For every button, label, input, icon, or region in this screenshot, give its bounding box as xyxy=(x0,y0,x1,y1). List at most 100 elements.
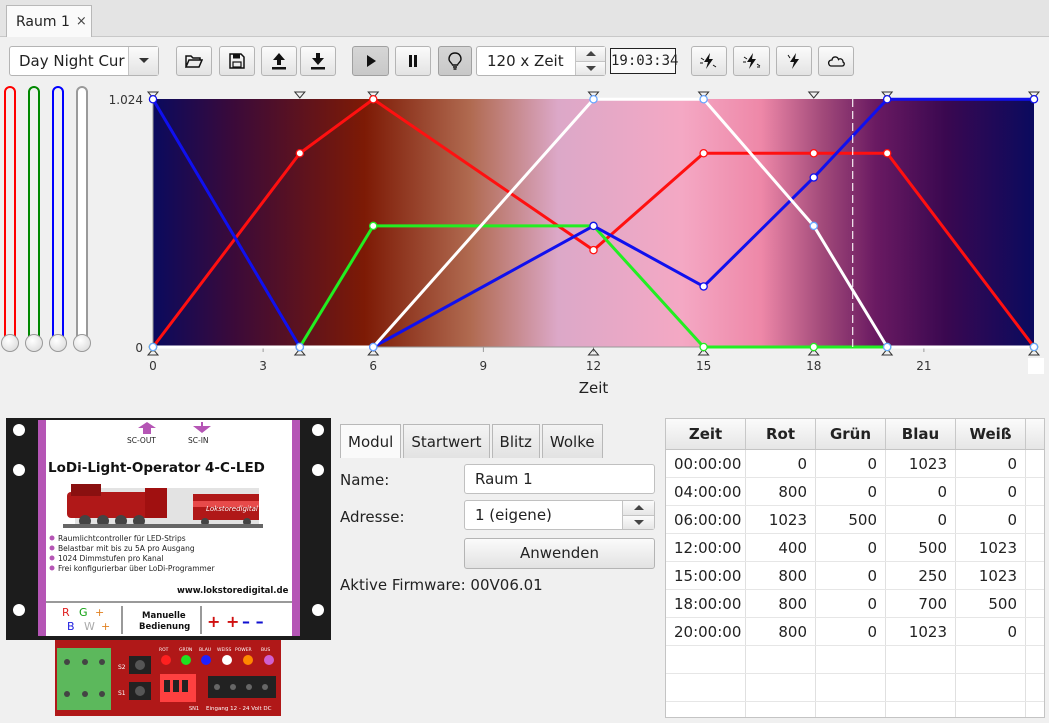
save-button[interactable] xyxy=(219,46,255,76)
red-slider[interactable] xyxy=(0,86,20,354)
cell-zeit: 18:00:00 xyxy=(666,590,746,617)
pause-button[interactable] xyxy=(395,46,431,76)
data-point-red[interactable] xyxy=(368,94,378,104)
header-blau[interactable]: Blau xyxy=(886,419,956,449)
flash-button-1[interactable] xyxy=(691,46,727,76)
decrement-icon[interactable] xyxy=(576,60,605,75)
x-axis-label: Zeit xyxy=(579,379,609,397)
light-curve-chart[interactable]: 0 3 6 9 12 15 18 21 0 1.024 Zeit xyxy=(108,86,1049,406)
close-icon[interactable]: × xyxy=(76,14,87,29)
upload-button[interactable] xyxy=(261,46,297,76)
data-point-green[interactable] xyxy=(699,342,708,352)
table-row[interactable]: 12:00:00 400 0 500 1023 xyxy=(666,534,1044,562)
cell-gruen: 0 xyxy=(816,478,886,505)
table-row-empty[interactable] xyxy=(666,646,1044,674)
tab-blitz[interactable]: Blitz xyxy=(491,424,540,458)
data-point-white[interactable] xyxy=(148,342,158,352)
slider-knob[interactable] xyxy=(25,334,43,352)
legend-g: G xyxy=(79,606,88,619)
data-point-blue[interactable] xyxy=(1029,94,1039,104)
blue-slider[interactable] xyxy=(48,86,68,354)
download-button[interactable] xyxy=(300,46,336,76)
data-point-blue[interactable] xyxy=(809,173,819,182)
keyframe-marker-top[interactable] xyxy=(293,91,306,99)
apply-button[interactable]: Anwenden xyxy=(464,538,655,569)
address-spinner[interactable]: 1 (eigene) xyxy=(464,500,655,530)
tab-label: Raum 1 xyxy=(16,13,70,30)
flash-button-2[interactable] xyxy=(733,46,770,76)
toolbar: Day Night Cur 120 x Zeit 19:03:34 xyxy=(0,38,1049,84)
data-point-white[interactable] xyxy=(809,221,819,231)
data-point-white[interactable] xyxy=(882,342,892,352)
data-point-white[interactable] xyxy=(295,342,305,352)
bulb-button[interactable] xyxy=(438,46,472,76)
table-body: 00:00:00 0 0 1023 0 04:00:00 800 0 0 0 06:00:00 102… xyxy=(666,450,1044,717)
data-point-white[interactable] xyxy=(589,94,598,104)
data-point-red[interactable] xyxy=(882,149,892,158)
tab-wolke[interactable]: Wolke xyxy=(541,424,603,458)
table-row[interactable]: 00:00:00 0 0 1023 0 xyxy=(666,450,1044,478)
tab-startwert[interactable]: Startwert xyxy=(403,424,490,458)
chart-svg[interactable]: 0 3 6 9 12 15 18 21 0 1.024 Zeit xyxy=(108,86,1049,406)
properties-tabs: Modul Startwert Blitz Wolke xyxy=(340,424,605,458)
keyframe-marker-top[interactable] xyxy=(807,91,820,99)
slider-knob[interactable] xyxy=(49,334,67,352)
name-input[interactable]: Raum 1 xyxy=(464,464,655,494)
data-point-white[interactable] xyxy=(699,94,708,104)
clock-display: 19:03:34 xyxy=(610,48,678,74)
chevron-down-icon[interactable] xyxy=(128,47,158,75)
curve-select[interactable]: Day Night Cur xyxy=(9,46,159,76)
y-tick-label: 0 xyxy=(135,341,143,355)
table-row-empty[interactable] xyxy=(666,702,1044,717)
bulb-icon xyxy=(448,52,462,70)
header-zeit[interactable]: Zeit xyxy=(666,419,746,449)
y-tick-label: 1.024 xyxy=(109,93,143,107)
x-tick-label: 0 xyxy=(149,359,157,373)
tab-modul[interactable]: Modul xyxy=(340,424,402,458)
increment-icon[interactable] xyxy=(623,501,654,515)
data-point-green[interactable] xyxy=(809,342,819,352)
data-point-blue[interactable] xyxy=(699,282,708,291)
table-row[interactable]: 06:00:00 1023 500 0 0 xyxy=(666,506,1044,534)
cell-rot: 1023 xyxy=(746,506,816,533)
header-weiss[interactable]: Weiß xyxy=(956,419,1026,449)
led-label-bus: BUS xyxy=(261,647,270,653)
table-row[interactable]: 15:00:00 800 0 250 1023 xyxy=(666,562,1044,590)
data-point-red[interactable] xyxy=(699,149,708,158)
decrement-icon[interactable] xyxy=(623,514,654,529)
table-row[interactable]: 04:00:00 800 0 0 0 xyxy=(666,478,1044,506)
switch-s1-label: S1 xyxy=(118,690,126,697)
tab-raum-1[interactable]: Raum 1 × xyxy=(6,5,92,37)
header-rot[interactable]: Rot xyxy=(746,419,816,449)
cell-blau: 1023 xyxy=(886,618,956,645)
x-tick-label: 9 xyxy=(480,359,488,373)
table-row-empty[interactable] xyxy=(666,674,1044,702)
data-point-blue[interactable] xyxy=(148,94,158,104)
open-button[interactable] xyxy=(176,46,212,76)
keyframe-table[interactable]: Zeit Rot Grün Blau Weiß 00:00:00 0 0 1023 0 0… xyxy=(665,418,1045,718)
increment-icon[interactable] xyxy=(576,47,605,61)
slider-knob[interactable] xyxy=(1,334,19,352)
cloud-button[interactable] xyxy=(818,46,854,76)
play-button[interactable] xyxy=(352,46,389,76)
data-point-green[interactable] xyxy=(368,221,378,231)
module-title: LoDi-Light-Operator 4-C-LED xyxy=(48,460,265,476)
green-slider[interactable] xyxy=(24,86,44,354)
x-tick-label: 15 xyxy=(696,359,711,373)
speed-spinner[interactable]: 120 x Zeit xyxy=(476,46,606,76)
data-point-blue[interactable] xyxy=(589,221,598,231)
table-row[interactable]: 18:00:00 800 0 700 500 xyxy=(666,590,1044,618)
cell-blau: 0 xyxy=(886,506,956,533)
flash-icon xyxy=(787,53,799,69)
slider-knob[interactable] xyxy=(73,334,91,352)
white-slider[interactable] xyxy=(72,86,92,354)
data-point-blue[interactable] xyxy=(882,94,892,104)
table-row[interactable]: 20:00:00 800 0 1023 0 xyxy=(666,618,1044,646)
data-point-white[interactable] xyxy=(1029,342,1039,352)
data-point-red[interactable] xyxy=(589,245,598,255)
flash-button-3[interactable] xyxy=(776,46,812,76)
data-point-red[interactable] xyxy=(809,149,819,158)
header-gruen[interactable]: Grün xyxy=(816,419,886,449)
data-point-red[interactable] xyxy=(295,149,305,158)
data-point-white[interactable] xyxy=(368,342,378,352)
